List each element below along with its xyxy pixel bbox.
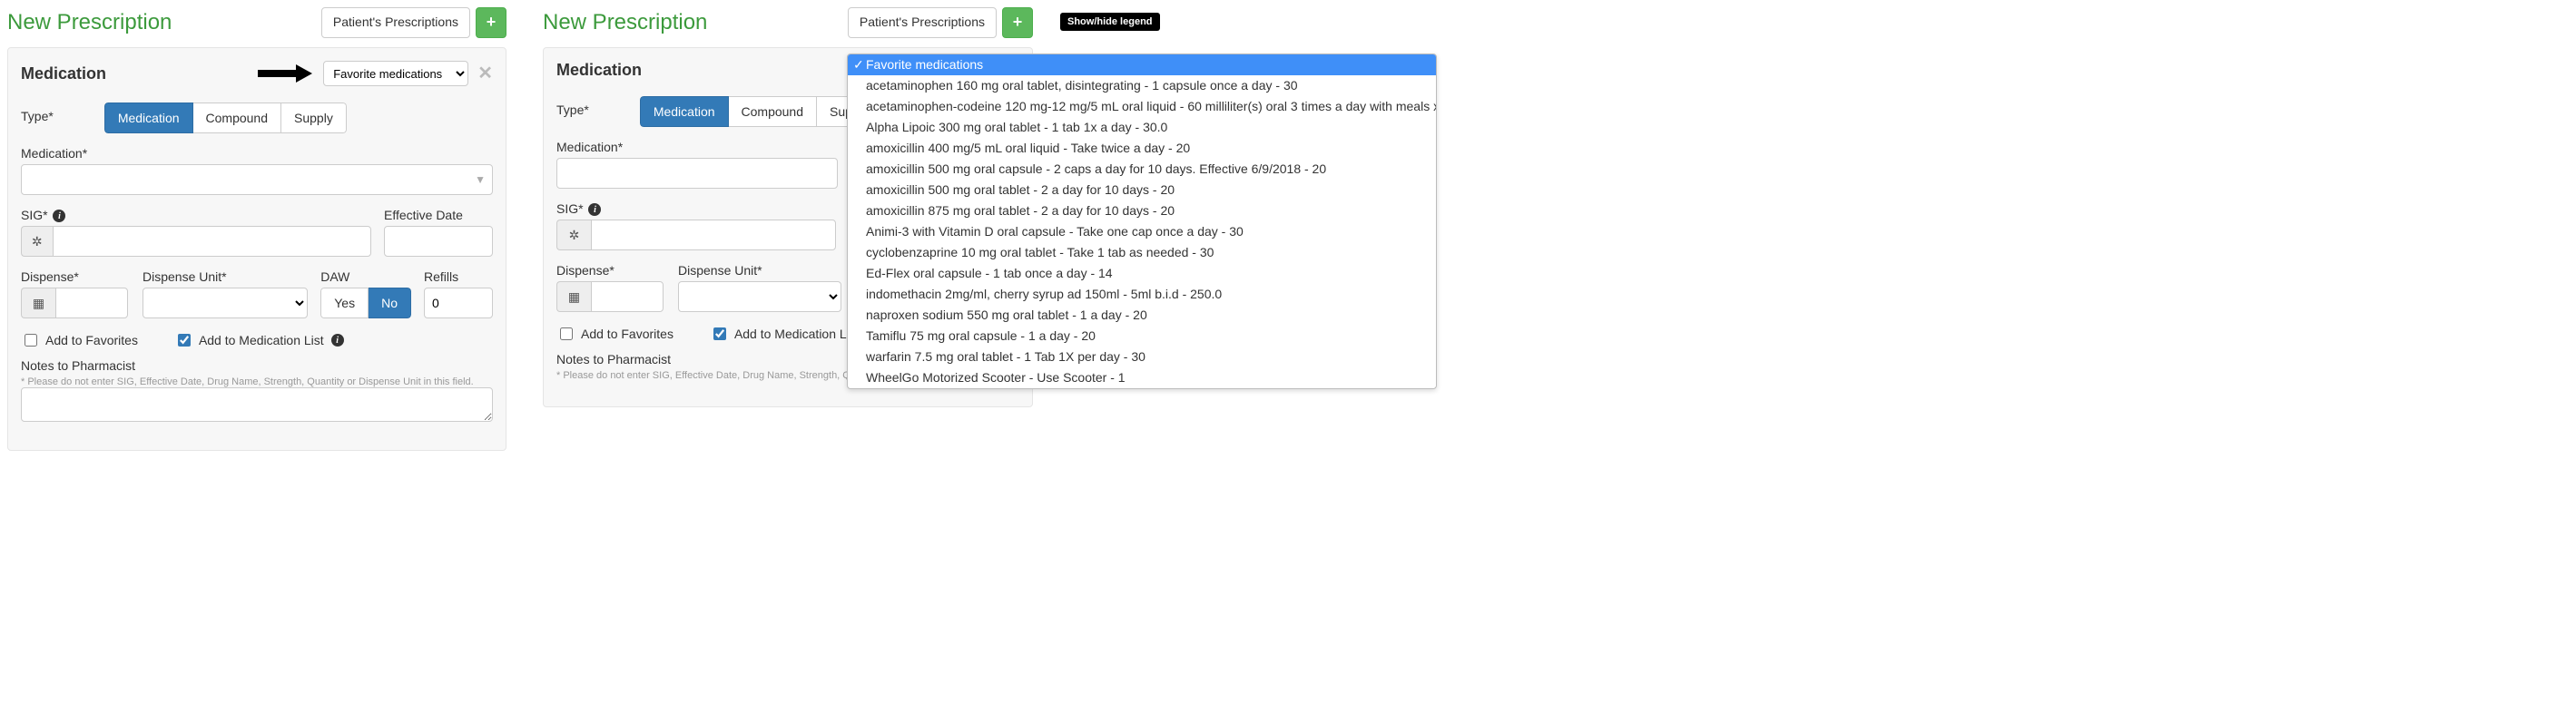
close-icon[interactable]: ✕ [477,64,493,83]
dropdown-option[interactable]: amoxicillin 500 mg oral tablet - 2 a day… [848,180,1436,200]
sig-input[interactable] [591,220,836,250]
page-title: New Prescription [543,10,707,35]
favorite-medications-dropdown[interactable]: Favorite medicationsacetaminophen 160 mg… [847,54,1437,389]
dropdown-option[interactable]: amoxicillin 875 mg oral tablet - 2 a day… [848,200,1436,221]
dropdown-option[interactable]: acetaminophen-codeine 120 mg-12 mg/5 mL … [848,96,1436,117]
type-supply-button[interactable]: Supply [281,103,347,133]
type-medication-button[interactable]: Medication [104,103,193,133]
dropdown-option[interactable]: Ed-Flex oral capsule - 1 tab once a day … [848,263,1436,284]
sig-label: SIG* i [556,201,838,216]
type-segmented-control: Medication Compound Supply [640,96,882,127]
dropdown-option[interactable]: cyclobenzaprine 10 mg oral tablet - Take… [848,242,1436,263]
notes-label: Notes to Pharmacist [21,358,493,373]
daw-yes-button[interactable]: Yes [320,288,369,318]
patients-prescriptions-button[interactable]: Patient's Prescriptions [848,7,997,38]
info-icon[interactable]: i [331,334,344,347]
dropdown-option[interactable]: acetaminophen 160 mg oral tablet, disint… [848,75,1436,96]
refills-input[interactable] [424,288,493,318]
dispense-label: Dispense* [21,269,130,284]
dropdown-option[interactable]: amoxicillin 400 mg/5 mL oral liquid - Ta… [848,138,1436,159]
type-label: Type* [21,109,54,123]
type-medication-button[interactable]: Medication [640,96,729,127]
dropdown-option[interactable]: amoxicillin 500 mg oral capsule - 2 caps… [848,159,1436,180]
type-compound-button[interactable]: Compound [193,103,282,133]
daw-label: DAW [320,269,411,284]
calculator-icon[interactable]: ▦ [21,288,55,318]
favorite-medications-select[interactable]: Favorite medications [323,61,468,86]
gear-icon[interactable]: ✲ [556,220,591,250]
dropdown-option[interactable]: WheelGo Motorized Scooter - Use Scooter … [848,367,1436,388]
add-prescription-button[interactable]: + [1002,7,1033,38]
dropdown-option-selected[interactable]: Favorite medications [848,54,1436,75]
prescription-form-panel: Medication Favorite medications ✕ Type* … [7,47,506,451]
add-to-favorites-checkbox[interactable] [25,334,37,347]
gear-icon[interactable]: ✲ [21,226,53,257]
dropdown-option[interactable]: Animi-3 with Vitamin D oral capsule - Ta… [848,221,1436,242]
sig-input[interactable] [53,226,371,257]
daw-no-button[interactable]: No [369,288,411,318]
type-compound-button[interactable]: Compound [729,96,818,127]
panel-heading: Medication [21,64,106,83]
dispense-unit-select[interactable] [143,288,308,318]
dispense-unit-label: Dispense Unit* [143,269,308,284]
arrow-icon [258,64,314,83]
dropdown-option[interactable]: Alpha Lipoic 300 mg oral tablet - 1 tab … [848,117,1436,138]
effective-date-label: Effective Date [384,208,493,222]
dropdown-option[interactable]: indomethacin 2mg/ml, cherry syrup ad 150… [848,284,1436,305]
dispense-unit-select[interactable] [678,281,841,312]
dropdown-option[interactable]: Tamiflu 75 mg oral capsule - 1 a day - 2… [848,326,1436,347]
sig-label: SIG* i [21,208,371,222]
dropdown-option[interactable]: naproxen sodium 550 mg oral tablet - 1 a… [848,305,1436,326]
medication-label: Medication* [21,146,493,161]
type-label: Type* [556,103,589,117]
medication-input[interactable] [21,164,493,195]
medication-input[interactable] [556,158,838,189]
add-to-medication-list-checkbox[interactable] [178,334,191,347]
effective-date-input[interactable] [384,226,493,257]
add-to-favorites-checkbox[interactable] [560,327,573,340]
refills-label: Refills [424,269,493,284]
dispense-label: Dispense* [556,263,665,278]
info-icon[interactable]: i [53,210,65,222]
add-to-favorites-checkbox-label[interactable]: Add to Favorites [556,325,673,343]
dispense-input[interactable] [55,288,128,318]
panel-heading: Medication [556,61,642,80]
dropdown-option[interactable]: warfarin 7.5 mg oral tablet - 1 Tab 1X p… [848,347,1436,367]
page-title: New Prescription [7,10,172,35]
show-hide-legend-button[interactable]: Show/hide legend [1060,13,1160,31]
notes-helper-text: * Please do not enter SIG, Effective Dat… [21,376,493,387]
add-to-medication-list-checkbox-label[interactable]: Add to Medication List i [174,331,344,349]
dispense-input[interactable] [591,281,664,312]
calculator-icon[interactable]: ▦ [556,281,591,312]
dispense-unit-label: Dispense Unit* [678,263,841,278]
info-icon[interactable]: i [588,203,601,216]
add-prescription-button[interactable]: + [476,7,506,38]
type-segmented-control: Medication Compound Supply [104,103,347,133]
patients-prescriptions-button[interactable]: Patient's Prescriptions [321,7,470,38]
add-to-medication-list-checkbox[interactable] [713,327,726,340]
add-to-favorites-checkbox-label[interactable]: Add to Favorites [21,331,138,349]
notes-textarea[interactable] [21,387,493,422]
